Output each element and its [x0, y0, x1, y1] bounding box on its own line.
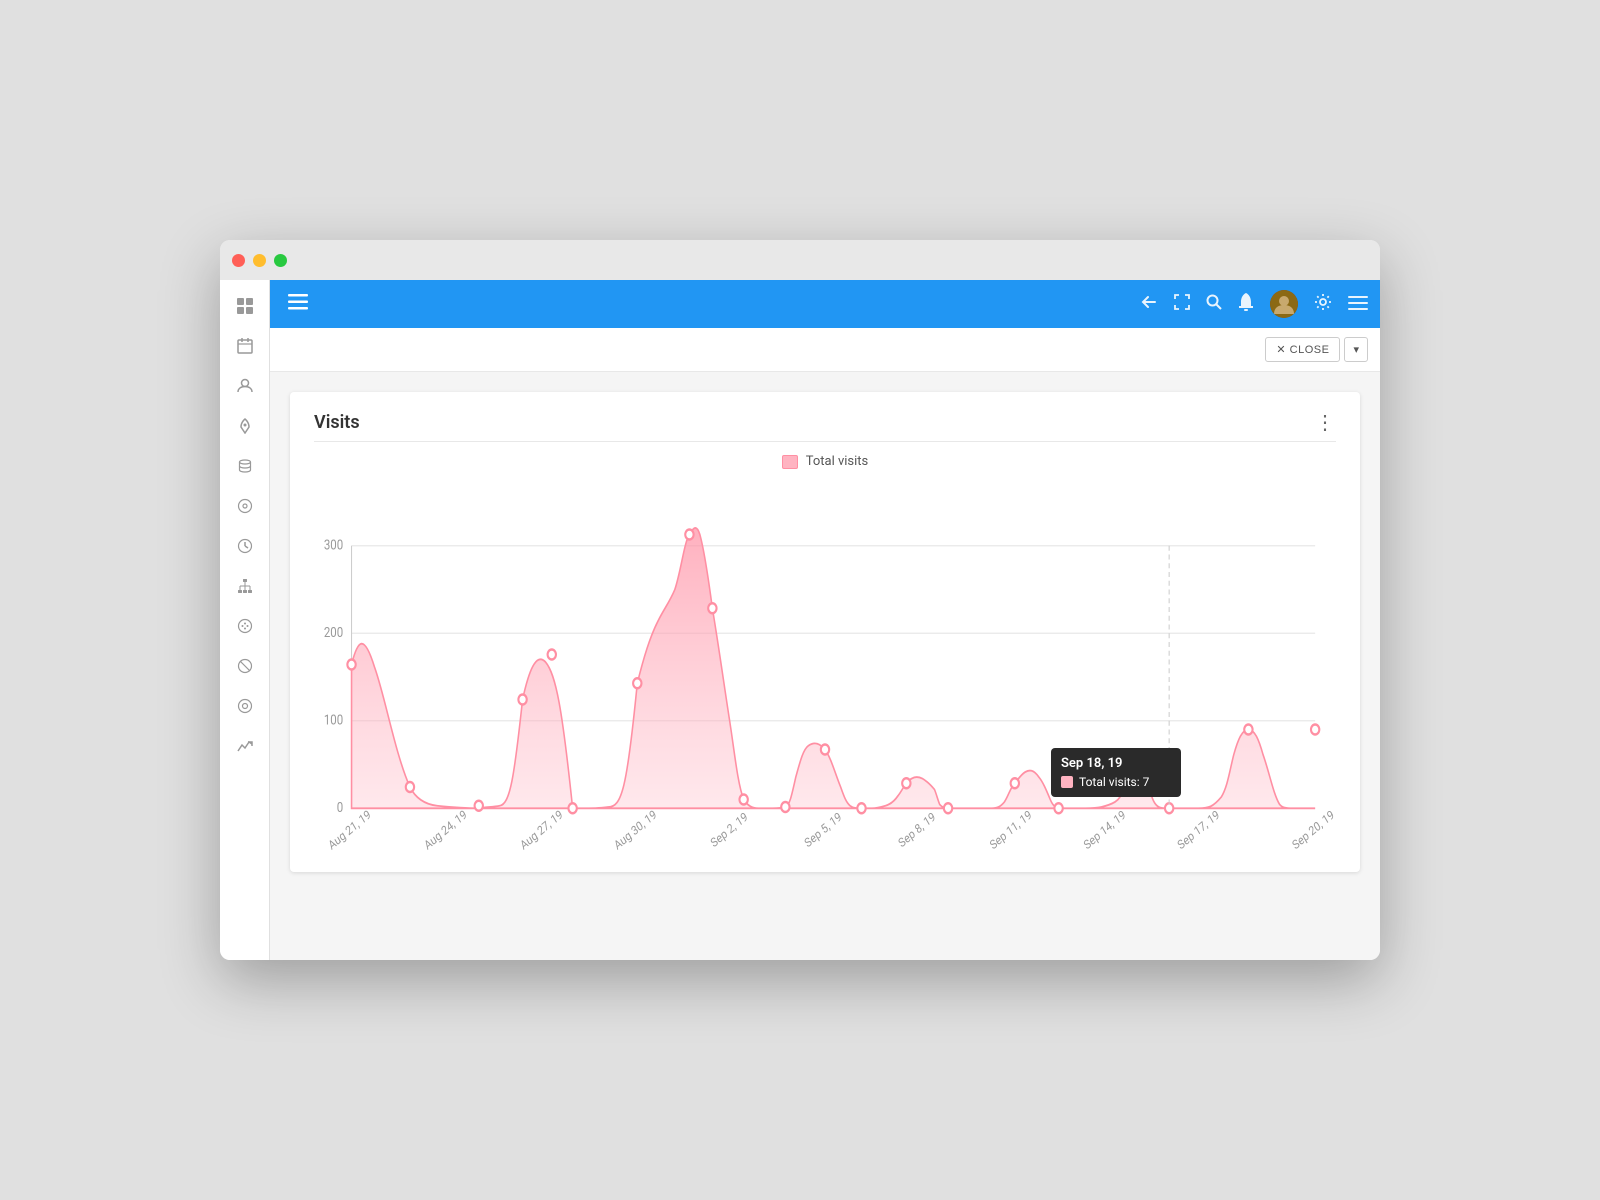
sidebar-item-analytics[interactable]: [227, 688, 263, 724]
menu-icon-svg: [1348, 296, 1368, 310]
sidebar-item-clock[interactable]: [227, 528, 263, 564]
svg-text:0: 0: [337, 800, 343, 816]
topbar-left: [282, 288, 314, 321]
chart-legend: Total visits: [314, 454, 1336, 469]
titlebar: [220, 240, 1380, 280]
sidebar-item-trends[interactable]: [227, 728, 263, 764]
svg-text:200: 200: [324, 625, 343, 641]
chart-svg-container: 0 100 200 300: [314, 477, 1336, 852]
games-icon: [237, 618, 253, 634]
sidebar-item-calendar[interactable]: [227, 328, 263, 364]
user-avatar[interactable]: [1270, 290, 1298, 318]
block-icon: [237, 658, 253, 674]
svg-text:Aug 30, 19: Aug 30, 19: [612, 807, 659, 852]
search-icon-svg: [1206, 294, 1222, 310]
minimize-window-button[interactable]: [253, 254, 266, 267]
svg-text:Sep 14, 19: Sep 14, 19: [1081, 807, 1128, 852]
toolbar: ✕ CLOSE ▾: [270, 328, 1380, 372]
main-area: ✕ CLOSE ▾ Visits ⋮ Total visits: [270, 280, 1380, 960]
sidebar-item-database[interactable]: [227, 448, 263, 484]
svg-text:Aug 27, 19: Aug 27, 19: [518, 807, 565, 852]
topbar: [270, 280, 1380, 328]
svg-text:Aug 21, 19: Aug 21, 19: [326, 807, 373, 852]
gear-icon-svg: [1314, 293, 1332, 311]
trends-icon: [237, 738, 253, 754]
avatar-image: [1270, 290, 1298, 318]
hamburger-icon: [288, 294, 308, 310]
svg-text:Sep 17, 19: Sep 17, 19: [1175, 807, 1222, 852]
user-icon: [237, 378, 253, 394]
notification-icon[interactable]: [1238, 293, 1254, 315]
legend-color-box: [782, 455, 798, 469]
settings-circle-icon: [237, 498, 253, 514]
svg-text:Sep 8, 19: Sep 8, 19: [896, 809, 938, 851]
svg-text:Sep 2, 19: Sep 2, 19: [708, 809, 750, 851]
fullscreen-icon[interactable]: [1174, 294, 1190, 314]
chevron-down-icon: ▾: [1353, 344, 1359, 356]
sidebar-item-hierarchy[interactable]: [227, 568, 263, 604]
expand-icon: [1174, 294, 1190, 310]
chart-svg: 0 100 200 300: [314, 477, 1336, 852]
chevron-down-button[interactable]: ▾: [1344, 337, 1368, 362]
svg-text:100: 100: [324, 713, 343, 729]
close-button-label: ✕ CLOSE: [1276, 343, 1329, 356]
sidebar-item-games[interactable]: [227, 608, 263, 644]
chart-title: Visits: [314, 412, 360, 433]
rocket-icon: [237, 418, 253, 434]
search-icon[interactable]: [1206, 294, 1222, 314]
more-options-button[interactable]: ⋮: [1315, 412, 1336, 432]
close-window-button[interactable]: [232, 254, 245, 267]
chart-header: Visits ⋮: [314, 412, 1336, 433]
sidebar: [220, 280, 270, 960]
legend-label: Total visits: [806, 454, 869, 469]
sidebar-item-user[interactable]: [227, 368, 263, 404]
svg-text:Sep 20, 19: Sep 20, 19: [1290, 807, 1336, 852]
gear-icon[interactable]: [1314, 293, 1332, 315]
back-arrow-icon: [1140, 294, 1158, 310]
svg-text:300: 300: [324, 538, 343, 554]
back-icon[interactable]: [1140, 294, 1158, 314]
svg-text:Sep 5, 19: Sep 5, 19: [802, 809, 844, 851]
sidebar-item-settings-circle[interactable]: [227, 488, 263, 524]
sidebar-item-block[interactable]: [227, 648, 263, 684]
app-container: ✕ CLOSE ▾ Visits ⋮ Total visits: [220, 280, 1380, 960]
maximize-window-button[interactable]: [274, 254, 287, 267]
app-window: ✕ CLOSE ▾ Visits ⋮ Total visits: [220, 240, 1380, 960]
dashboard-icon: [236, 297, 254, 315]
svg-text:Sep 11, 19: Sep 11, 19: [987, 807, 1034, 852]
bell-icon: [1238, 293, 1254, 311]
topbar-right: [1140, 290, 1368, 318]
chart-divider: [314, 441, 1336, 442]
close-button[interactable]: ✕ CLOSE: [1265, 337, 1340, 362]
sidebar-item-rocket[interactable]: [227, 408, 263, 444]
hierarchy-icon: [237, 578, 253, 594]
hamburger-button[interactable]: [282, 288, 314, 321]
calendar-icon: [237, 338, 253, 354]
chart-card: Visits ⋮ Total visits 0 100 200: [290, 392, 1360, 872]
database-icon: [237, 458, 253, 474]
clock-icon: [237, 538, 253, 554]
analytics-icon: [237, 698, 253, 714]
svg-text:Aug 24, 19: Aug 24, 19: [422, 807, 469, 852]
content-area: Visits ⋮ Total visits 0 100 200: [270, 372, 1380, 960]
sidebar-item-dashboard[interactable]: [227, 288, 263, 324]
menu-icon[interactable]: [1348, 295, 1368, 314]
